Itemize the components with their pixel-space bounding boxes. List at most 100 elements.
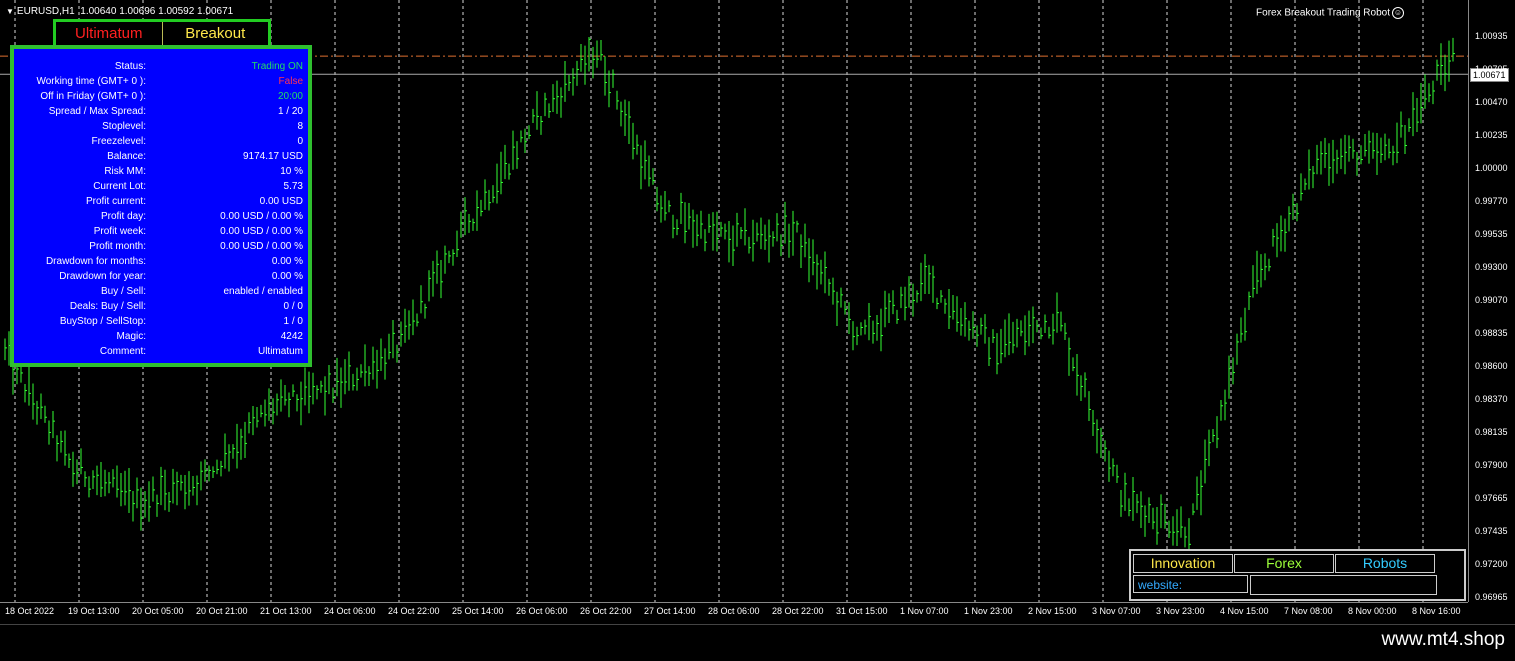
link-row: Innovation Forex Robots: [1133, 554, 1436, 573]
panel-row-label: Profit current:: [85, 196, 146, 207]
dropdown-triangle-icon[interactable]: ▼: [6, 7, 14, 16]
robot-title: Forex Breakout Trading Robot ☺: [1256, 7, 1404, 19]
panel-row: Magic: 4242: [14, 329, 308, 344]
website-label: website:: [1133, 575, 1248, 593]
smiley-icon: ☺: [1392, 7, 1404, 19]
panel-row: Balance: 9174.17 USD: [14, 149, 308, 164]
price-tick-label: 0.98835: [1475, 328, 1508, 338]
price-tick-label: 1.00235: [1475, 130, 1508, 140]
time-tick-label: 2 Nov 15:00: [1028, 606, 1077, 616]
panel-row: Buy / Sell: enabled / enabled: [14, 284, 308, 299]
time-tick-label: 1 Nov 07:00: [900, 606, 949, 616]
price-tick-label: 1.00000: [1475, 163, 1508, 173]
time-tick-label: 18 Oct 2022: [5, 606, 55, 616]
price-tick-label: 0.97435: [1475, 526, 1508, 536]
symbol-title: EURUSD,H1: [16, 6, 75, 17]
time-tick-label: 28 Oct 22:00: [772, 606, 824, 616]
panel-row: Profit day: 0.00 USD / 0.00 %: [14, 209, 308, 224]
panel-row-value: 8: [297, 121, 303, 132]
price-tick-label: 0.99770: [1475, 196, 1508, 206]
website-field[interactable]: [1250, 575, 1437, 595]
tab-ultimatum[interactable]: Ultimatum: [56, 22, 163, 46]
panel-row-value: enabled / enabled: [223, 286, 303, 297]
panel-row-value: 10 %: [280, 166, 303, 177]
panel-row-value: 0.00 %: [271, 256, 303, 267]
time-tick-label: 1 Nov 23:00: [964, 606, 1013, 616]
time-tick-label: 27 Oct 14:00: [644, 606, 696, 616]
symbol-ohlc: 1.00640 1.00696 1.00592 1.00671: [80, 6, 234, 17]
price-tick-label: 1.00470: [1475, 97, 1508, 107]
price-tick-label: 0.99535: [1475, 229, 1508, 239]
link-forex[interactable]: Forex: [1234, 554, 1334, 573]
info-panel: Status: Trading ON Working time (GMT+ 0 ):…: [10, 45, 312, 367]
panel-row-label: Magic:: [116, 331, 146, 342]
price-tick-label: 0.98600: [1475, 361, 1508, 371]
time-tick-label: 24 Oct 22:00: [388, 606, 440, 616]
panel-row-value: 0.00 USD: [259, 196, 303, 207]
panel-row-label: Deals: Buy / Sell:: [69, 301, 146, 312]
time-tick-label: 25 Oct 14:00: [452, 606, 504, 616]
panel-row-value: 1 / 20: [277, 106, 303, 117]
price-axis[interactable]: 1.00671 1.00935 1.00705 1.00470 1.00235 1.00…: [1468, 0, 1515, 602]
panel-row-label: Off in Friday (GMT+ 0 ):: [40, 91, 146, 102]
panel-row-label: Profit day:: [100, 211, 146, 222]
panel-row: Profit current: 0.00 USD: [14, 194, 308, 209]
link-robots[interactable]: Robots: [1335, 554, 1435, 573]
panel-row-value: 4242: [280, 331, 303, 342]
price-tick-label: 0.98370: [1475, 394, 1508, 404]
panel-row-label: Status:: [114, 61, 146, 72]
panel-row-label: Buy / Sell:: [100, 286, 146, 297]
panel-row-value: 20:00: [277, 91, 303, 102]
panel-row: Status: Trading ON: [14, 59, 308, 74]
price-tick-label: 0.98135: [1475, 427, 1508, 437]
panel-row-value: 9174.17 USD: [242, 151, 303, 162]
panel-row-label: Profit week:: [93, 226, 146, 237]
panel-row: Profit month: 0.00 USD / 0.00 %: [14, 239, 308, 254]
panel-row: Freezelevel: 0: [14, 134, 308, 149]
panel-row-value: 5.73: [283, 181, 303, 192]
price-tick-label: 0.97200: [1475, 559, 1508, 569]
watermark: www.mt4.shop: [1381, 629, 1505, 650]
time-tick-label: 20 Oct 21:00: [196, 606, 248, 616]
panel-row-label: BuyStop / SellStop:: [59, 316, 146, 327]
time-tick-label: 26 Oct 22:00: [580, 606, 632, 616]
panel-row-label: Profit month:: [89, 241, 146, 252]
panel-row-value: 0 / 0: [283, 301, 303, 312]
links-box: Innovation Forex Robots website:: [1129, 549, 1466, 601]
panel-row-value: 0.00 %: [271, 271, 303, 282]
panel-row: BuyStop / SellStop: 1 / 0: [14, 314, 308, 329]
panel-row: Deals: Buy / Sell: 0 / 0: [14, 299, 308, 314]
panel-row-label: Spread / Max Spread:: [48, 106, 146, 117]
time-tick-label: 8 Nov 00:00: [1348, 606, 1397, 616]
panel-row-label: Current Lot:: [93, 181, 146, 192]
panel-row: Drawdown for months: 0.00 %: [14, 254, 308, 269]
panel-row-value: 0.00 USD / 0.00 %: [220, 241, 303, 252]
panel-row-label: Stoplevel:: [102, 121, 146, 132]
robot-title-text: Forex Breakout Trading Robot: [1256, 7, 1390, 19]
panel-row-value: 0: [297, 136, 303, 147]
panel-row-value: 0.00 USD / 0.00 %: [220, 211, 303, 222]
panel-row-value: 0.00 USD / 0.00 %: [220, 226, 303, 237]
link-innovation[interactable]: Innovation: [1133, 554, 1233, 573]
panel-row: Spread / Max Spread: 1 / 20: [14, 104, 308, 119]
price-tick-label: 1.00935: [1475, 31, 1508, 41]
time-tick-label: 3 Nov 07:00: [1092, 606, 1141, 616]
panel-row-value: 1 / 0: [283, 316, 303, 327]
time-tick-label: 21 Oct 13:00: [260, 606, 312, 616]
price-tick-label: 1.00705: [1475, 64, 1508, 74]
time-tick-label: 8 Nov 16:00: [1412, 606, 1461, 616]
panel-row-label: Balance:: [107, 151, 146, 162]
time-tick-label: 3 Nov 23:00: [1156, 606, 1205, 616]
panel-row: Off in Friday (GMT+ 0 ): 20:00: [14, 89, 308, 104]
panel-row-label: Freezelevel:: [91, 136, 146, 147]
panel-row: Profit week: 0.00 USD / 0.00 %: [14, 224, 308, 239]
panel-row-label: Working time (GMT+ 0 ):: [36, 76, 146, 87]
price-tick-label: 0.99300: [1475, 262, 1508, 272]
time-tick-label: 31 Oct 15:00: [836, 606, 888, 616]
time-tick-label: 28 Oct 06:00: [708, 606, 760, 616]
time-tick-label: 4 Nov 15:00: [1220, 606, 1269, 616]
panel-row: Current Lot: 5.73: [14, 179, 308, 194]
tab-breakout[interactable]: Breakout: [163, 22, 269, 46]
time-axis[interactable]: 18 Oct 2022 19 Oct 13:00 20 Oct 05:00 20 Oc…: [0, 602, 1468, 625]
panel-row-label: Risk MM:: [104, 166, 146, 177]
